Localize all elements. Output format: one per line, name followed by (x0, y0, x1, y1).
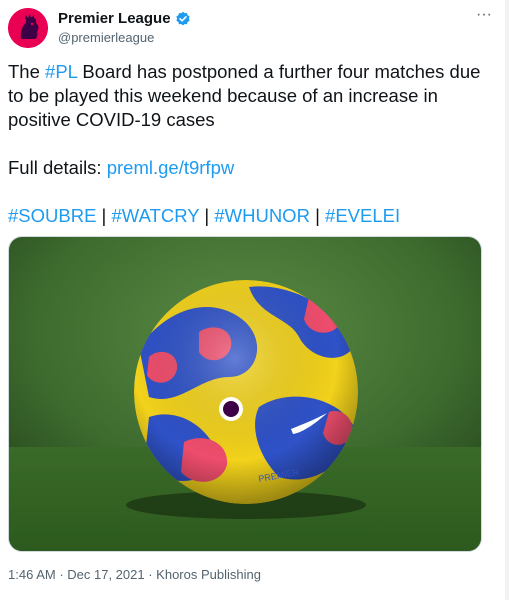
tweet-date[interactable]: Dec 17, 2021 (67, 567, 144, 582)
tweet-source[interactable]: Khoros Publishing (156, 567, 261, 582)
separator: | (309, 205, 326, 226)
hashtag-link[interactable]: #WHUNOR (214, 205, 310, 226)
separator: | (199, 205, 215, 226)
text-body: Board has postponed a further four match… (8, 61, 481, 130)
tweet-metadata: 1:46 AM · Dec 17, 2021 · Khoros Publishi… (8, 566, 261, 584)
tweet-text: The #PL Board has postponed a further fo… (8, 60, 488, 228)
scrollbar[interactable] (505, 0, 509, 600)
meta-dot: · (55, 567, 68, 582)
football-photo-icon: PREMIER (9, 237, 481, 551)
meta-dot: · (144, 567, 157, 582)
tweet-header: Premier League @premierleague ··· (8, 7, 498, 48)
hashtag-pl-link[interactable]: #PL (45, 61, 77, 82)
tweet-photo[interactable]: PREMIER (8, 236, 482, 552)
tweet-time[interactable]: 1:46 AM (8, 567, 56, 582)
separator: | (96, 205, 112, 226)
full-details-line: Full details: preml.ge/t9rfpw (8, 156, 488, 180)
handle[interactable]: @premierleague (58, 29, 191, 47)
text-prefix: The (8, 61, 46, 82)
details-link[interactable]: preml.ge/t9rfpw (107, 157, 235, 178)
details-label: Full details: (8, 157, 107, 178)
verified-badge-icon (175, 11, 191, 27)
hashtag-line: #SOUBRE | #WATCRY | #WHUNOR | #EVELEI (8, 204, 488, 228)
tweet-body: The #PL Board has postponed a further fo… (8, 60, 488, 132)
display-name[interactable]: Premier League (58, 10, 171, 28)
hashtag-link[interactable]: #EVELEI (325, 205, 400, 226)
hashtag-link[interactable]: #SOUBRE (8, 205, 96, 226)
more-options-icon[interactable]: ··· (474, 7, 494, 28)
account-info: Premier League @premierleague (58, 10, 191, 47)
hashtag-link[interactable]: #WATCRY (112, 205, 200, 226)
avatar[interactable] (8, 8, 48, 48)
premier-league-lion-icon (8, 8, 48, 48)
